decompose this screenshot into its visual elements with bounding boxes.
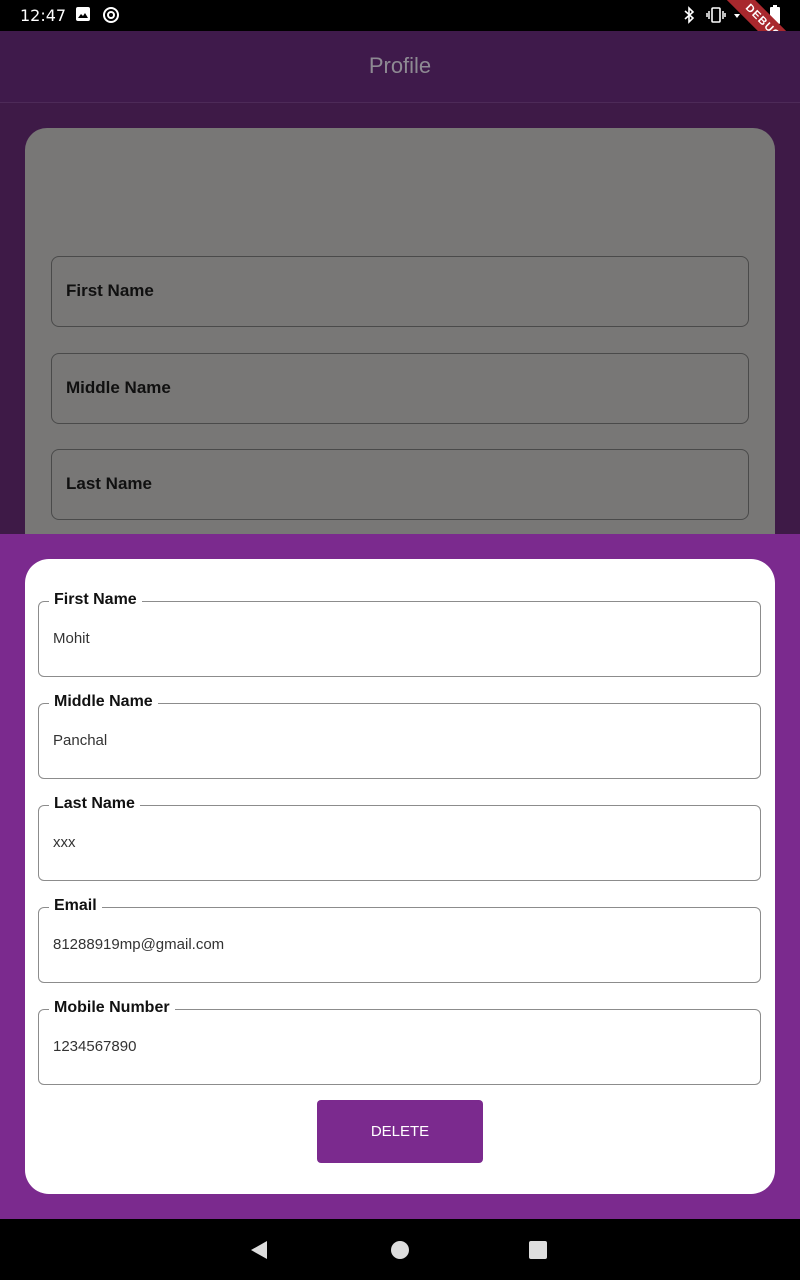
mobile-number-label: Mobile Number xyxy=(49,999,175,1017)
bg-last-name-field: Last Name xyxy=(51,449,749,520)
background-form-card: First Name Middle Name Last Name xyxy=(25,128,775,534)
status-time: 12:47 xyxy=(20,6,67,25)
bg-first-name-field: First Name xyxy=(51,256,749,327)
image-icon xyxy=(76,7,90,21)
middle-name-label: Middle Name xyxy=(49,693,158,711)
vibrate-icon xyxy=(706,7,726,23)
last-name-field[interactable]: Last Name xxx xyxy=(38,795,761,881)
recents-icon[interactable] xyxy=(527,1239,549,1261)
email-value: 81288919mp@gmail.com xyxy=(53,936,225,953)
first-name-field[interactable]: First Name Mohit xyxy=(38,591,761,677)
last-name-value: xxx xyxy=(53,834,76,851)
bg-middle-name-field: Middle Name xyxy=(51,353,749,424)
app-bar: Profile xyxy=(0,31,800,103)
background-scrim[interactable]: First Name Middle Name Last Name xyxy=(0,103,800,534)
first-name-label: First Name xyxy=(49,591,142,609)
page-title: Profile xyxy=(368,53,432,78)
email-field[interactable]: Email 81288919mp@gmail.com xyxy=(38,897,761,983)
sync-icon xyxy=(103,7,119,23)
navigation-bar xyxy=(0,1219,800,1280)
mobile-number-field[interactable]: Mobile Number 1234567890 xyxy=(38,999,761,1085)
email-label: Email xyxy=(49,897,102,915)
middle-name-value: Panchal xyxy=(53,732,108,749)
status-bar: 12:47 DEBUG xyxy=(0,0,800,76)
first-name-value: Mohit xyxy=(53,630,90,647)
bg-middle-name-label: Middle Name xyxy=(66,378,171,397)
home-icon[interactable] xyxy=(389,1239,411,1261)
bg-last-name-label: Last Name xyxy=(66,474,152,493)
bottom-sheet: First Name Mohit Middle Name Panchal Las… xyxy=(0,534,800,1219)
delete-button[interactable]: DELETE xyxy=(317,1100,483,1163)
bluetooth-icon xyxy=(684,6,695,24)
bg-first-name-label: First Name xyxy=(66,281,154,300)
mobile-number-value: 1234567890 xyxy=(53,1038,137,1055)
middle-name-field[interactable]: Middle Name Panchal xyxy=(38,693,761,779)
profile-detail-card: First Name Mohit Middle Name Panchal Las… xyxy=(25,559,775,1194)
back-icon[interactable] xyxy=(248,1239,270,1261)
last-name-label: Last Name xyxy=(49,795,140,813)
